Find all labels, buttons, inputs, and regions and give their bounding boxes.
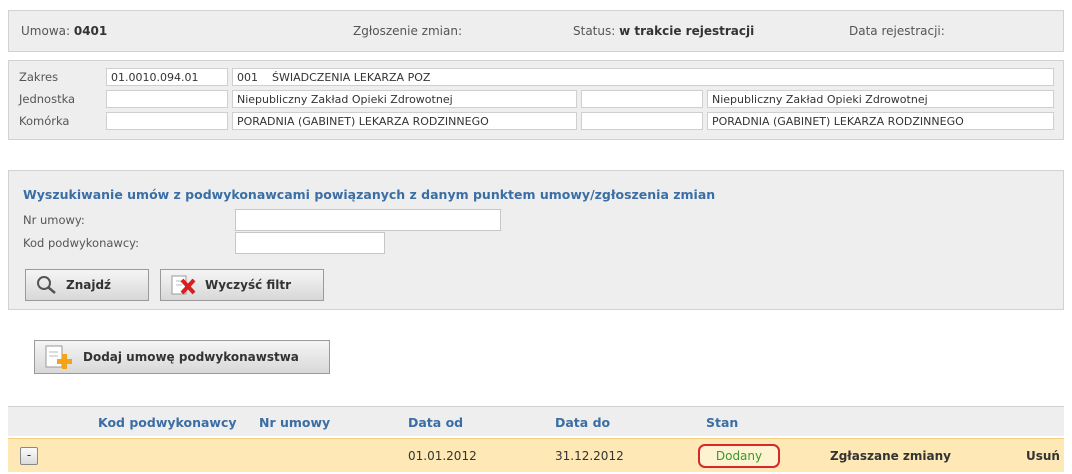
- table-header: Kod podwykonawcy Nr umowy Data od Data d…: [8, 406, 1064, 436]
- clear-filter-label: Wyczyść filtr: [205, 278, 292, 292]
- magnifier-icon: [37, 276, 56, 294]
- jednostka-name-2: Niepubliczny Zakład Opieki Zdrowotnej: [707, 90, 1054, 108]
- contract-header: Umowa: 0401 Zgłoszenie zmian: Status: w …: [8, 10, 1064, 52]
- contract-number-input[interactable]: [235, 209, 501, 231]
- subcontractor-code-input[interactable]: [235, 232, 385, 254]
- change-request-label: Zgłoszenie zmian:: [353, 24, 462, 38]
- column-header-data-do[interactable]: Data do: [555, 415, 610, 430]
- zakres-code: 01.0010.094.01: [106, 68, 228, 86]
- jednostka-row: Jednostka Niepubliczny Zakład Opieki Zdr…: [9, 90, 1065, 108]
- jednostka-label: Jednostka: [19, 92, 76, 106]
- contract-label: Umowa:: [21, 24, 71, 38]
- registration-date-label: Data rejestracji:: [849, 24, 945, 38]
- status-badge: Dodany: [698, 444, 780, 468]
- subcontractor-search-panel: Wyszukiwanie umów z podwykonawcami powią…: [8, 170, 1064, 310]
- komorka-name-2: PORADNIA (GABINET) LEKARZA RODZINNEGO: [707, 112, 1054, 130]
- contract-details: Zakres 01.0010.094.01 001 ŚWIADCZENIA LEK…: [8, 60, 1064, 140]
- add-subcontract-label: Dodaj umowę podwykonawstwa: [83, 350, 299, 364]
- zakres-label: Zakres: [19, 70, 59, 84]
- find-button[interactable]: Znajdź: [25, 269, 149, 301]
- status-field: Status: w trakcie rejestracji: [573, 24, 754, 38]
- find-button-label: Znajdź: [66, 278, 112, 292]
- komorka-code-1: [106, 112, 228, 130]
- komorka-row: Komórka PORADNIA (GABINET) LEKARZA RODZI…: [9, 112, 1065, 130]
- zakres-description: 001 ŚWIADCZENIA LEKARZA POZ: [232, 68, 1054, 86]
- row-data-od: 01.01.2012: [408, 449, 477, 463]
- column-header-nr-umowy[interactable]: Nr umowy: [259, 415, 330, 430]
- jednostka-code-2: [581, 90, 703, 108]
- subcontractor-code-label: Kod podwykonawcy:: [23, 236, 139, 250]
- column-header-kod[interactable]: Kod podwykonawcy: [98, 415, 237, 430]
- contract-number: Umowa: 0401: [21, 24, 107, 38]
- search-title: Wyszukiwanie umów z podwykonawcami powią…: [23, 187, 716, 202]
- jednostka-code-1: [106, 90, 228, 108]
- column-header-data-od[interactable]: Data od: [408, 415, 463, 430]
- add-subcontract-button[interactable]: Dodaj umowę podwykonawstwa: [34, 340, 330, 374]
- komorka-code-2: [581, 112, 703, 130]
- row-data-do: 31.12.2012: [555, 449, 624, 463]
- zakres-number: 001: [237, 71, 258, 84]
- komorka-label: Komórka: [19, 114, 70, 128]
- reported-changes-link[interactable]: Zgłaszane zmiany: [830, 449, 951, 463]
- clear-x-icon: [171, 275, 196, 295]
- table-row: - 01.01.2012 31.12.2012 Dodany Zgłaszane…: [8, 438, 1064, 472]
- delete-link[interactable]: Usuń: [1026, 449, 1060, 463]
- add-document-icon: [45, 345, 72, 369]
- status-value: w trakcie rejestracji: [619, 24, 755, 38]
- zakres-desc: ŚWIADCZENIA LEKARZA POZ: [272, 71, 431, 84]
- contract-value: 0401: [73, 24, 108, 38]
- komorka-name-1: PORADNIA (GABINET) LEKARZA RODZINNEGO: [232, 112, 577, 130]
- column-header-stan[interactable]: Stan: [706, 415, 738, 430]
- zakres-row: Zakres 01.0010.094.01 001 ŚWIADCZENIA LEK…: [9, 68, 1065, 86]
- jednostka-name-1: Niepubliczny Zakład Opieki Zdrowotnej: [232, 90, 577, 108]
- contract-number-label: Nr umowy:: [23, 213, 85, 227]
- clear-filter-button[interactable]: Wyczyść filtr: [160, 269, 324, 301]
- collapse-row-button[interactable]: -: [20, 447, 38, 465]
- status-label: Status:: [573, 24, 616, 38]
